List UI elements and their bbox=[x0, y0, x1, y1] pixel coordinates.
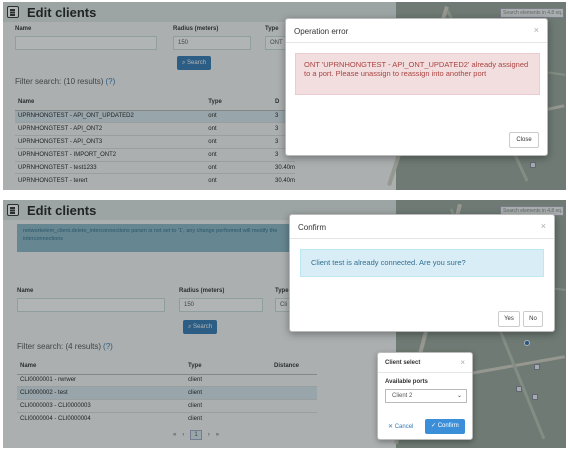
operation-error-modal: Operation error × ONT 'UPRNHONGTEST - AP… bbox=[285, 18, 548, 156]
yes-button[interactable]: Yes bbox=[498, 311, 520, 327]
operation-error-screenshot: Search elements in 4.8 sq... Edit client… bbox=[3, 2, 566, 190]
info-alert: Client test is already connected. Are yo… bbox=[300, 249, 544, 277]
no-button[interactable]: No bbox=[523, 311, 543, 327]
close-icon[interactable]: × bbox=[534, 25, 539, 35]
error-alert: ONT 'UPRNHONGTEST - API_ONT_UPDATED2' al… bbox=[295, 53, 540, 95]
modal-title: Client select bbox=[378, 353, 472, 373]
confirm-connection-screenshot: Search elements in 4.8 sq... Edit client… bbox=[3, 200, 566, 448]
client-select-modal: Client select × Available ports Client 2… bbox=[377, 352, 473, 440]
close-button[interactable]: Close bbox=[509, 132, 539, 148]
port-select[interactable]: Client 2 ⌄ bbox=[385, 389, 467, 403]
confirm-modal: Confirm × Client test is already connect… bbox=[289, 214, 555, 332]
chevron-down-icon: ⌄ bbox=[456, 393, 462, 399]
cancel-button[interactable]: ✕ Cancel bbox=[388, 423, 413, 430]
modal-title: Confirm bbox=[290, 215, 554, 239]
close-icon[interactable]: × bbox=[460, 358, 465, 367]
close-icon[interactable]: × bbox=[541, 221, 546, 231]
confirm-button[interactable]: ✓ Confirm bbox=[425, 419, 465, 434]
modal-title: Operation error bbox=[286, 19, 547, 43]
ports-label: Available ports bbox=[385, 379, 428, 385]
